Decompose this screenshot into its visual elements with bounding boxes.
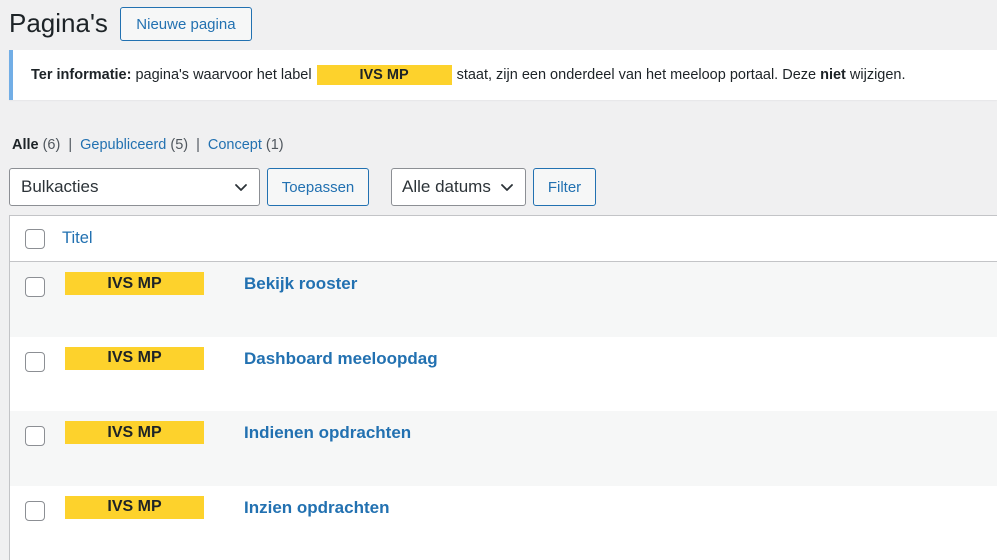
row-title-link[interactable]: Bekijk rooster [244,274,357,294]
row-checkbox[interactable] [25,352,45,372]
notice-text-end: wijzigen. [850,67,906,83]
row-title-link[interactable]: Dashboard meeloopdag [244,349,438,369]
bulk-actions-value: Bulkacties [21,177,98,197]
title-column-header[interactable]: Titel [62,229,93,248]
view-all-link[interactable]: Alle [12,137,39,153]
view-all-count: (6) [43,137,61,153]
view-draft-count: (1) [266,137,284,153]
view-separator: | [196,137,200,153]
tablenav-top: Bulkacties Toepassen Alle datums Filter [9,168,596,206]
select-all-checkbox[interactable] [25,229,45,249]
date-filter-value: Alle datums [402,177,491,197]
info-notice: Ter informatie: pagina's waarvoor het la… [9,50,997,100]
row-title-link[interactable]: Inzien opdrachten [244,498,389,518]
page-header: Pagina's Nieuwe pagina [9,4,252,42]
chevron-down-icon [233,179,249,195]
new-page-button[interactable]: Nieuwe pagina [120,7,252,41]
view-published-count: (5) [170,137,188,153]
notice-text-before: pagina's waarvoor het label [135,67,311,83]
ivs-label-badge: IVS MP [65,347,204,370]
ivs-label-badge: IVS MP [65,496,204,519]
notice-ivs-label: IVS MP [317,65,452,85]
ivs-label-badge: IVS MP [65,272,204,295]
row-checkbox[interactable] [25,501,45,521]
view-separator: | [68,137,72,153]
ivs-label-badge: IVS MP [65,421,204,444]
bulk-actions-select[interactable]: Bulkacties [9,168,260,206]
view-draft-link[interactable]: Concept [208,137,262,153]
table-row: IVS MP Indienen opdrachten [10,411,997,486]
date-filter-select[interactable]: Alle datums [391,168,526,206]
chevron-down-icon [499,179,515,195]
row-title-link[interactable]: Indienen opdrachten [244,423,411,443]
apply-button[interactable]: Toepassen [267,168,369,206]
notice-emphasis: niet [820,67,846,83]
view-filters: Alle (6) | Gepubliceerd (5) | Concept (1… [12,137,284,153]
view-published-link[interactable]: Gepubliceerd [80,137,166,153]
table-row: IVS MP Dashboard meeloopdag [10,337,997,412]
table-header: Titel [10,216,997,262]
page-title: Pagina's [9,4,108,42]
row-checkbox[interactable] [25,426,45,446]
view-all-label: Alle [12,137,39,153]
notice-text-after: staat, zijn een onderdeel van het meeloo… [457,67,817,83]
pages-table: Titel IVS MP Bekijk rooster IVS MP Dashb… [9,215,997,560]
filter-button[interactable]: Filter [533,168,596,206]
row-checkbox[interactable] [25,277,45,297]
table-row: IVS MP Inzien opdrachten [10,486,997,560]
table-row: IVS MP Bekijk rooster [10,262,997,337]
notice-prefix: Ter informatie: [31,67,131,83]
